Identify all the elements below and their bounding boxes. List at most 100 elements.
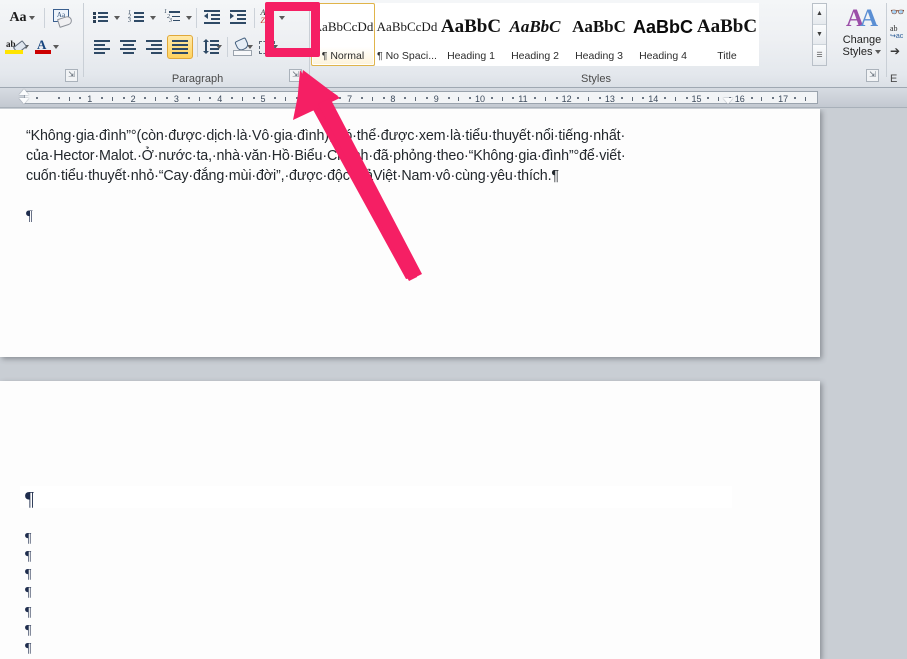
- styles-more-button[interactable]: ☰: [813, 45, 826, 66]
- change-styles-label-1: Change: [842, 34, 882, 46]
- justify-button[interactable]: [167, 35, 193, 59]
- decrease-indent-button[interactable]: [201, 6, 224, 29]
- ruler-subtick: [512, 97, 515, 99]
- empty-paragraph-mark: ¶: [25, 585, 32, 600]
- ruler-tick: 2: [130, 94, 136, 104]
- align-right-button[interactable]: [141, 36, 167, 59]
- ruler-subtick: [166, 97, 169, 99]
- styles-scroll-up-button[interactable]: ▲: [813, 4, 826, 25]
- styles-scroll[interactable]: ▲ ▼ ☰: [812, 3, 827, 66]
- shading-button[interactable]: [232, 36, 254, 59]
- cursor-arrow-icon: ➔: [890, 44, 901, 58]
- ruler-subtick: [371, 97, 373, 101]
- decrease-indent-icon: [204, 9, 221, 26]
- divider: [197, 37, 198, 57]
- change-case-button[interactable]: Aa: [4, 7, 40, 29]
- style-no-spacing[interactable]: AaBbCcDd ¶ No Spaci...: [375, 3, 439, 66]
- line-spacing-icon: [203, 38, 219, 56]
- style-normal[interactable]: AaBbCcDd ¶ Normal: [311, 3, 375, 66]
- clear-formatting-button[interactable]: Aa: [49, 6, 75, 29]
- ribbon-group-label-editing: E: [890, 73, 898, 85]
- left-indent-marker-bottom[interactable]: [19, 98, 29, 104]
- align-left-button[interactable]: [89, 36, 115, 59]
- ruler-subtick: [231, 97, 234, 99]
- ruler-tick: 9: [433, 94, 439, 104]
- empty-paragraph-mark: ¶: [25, 531, 32, 546]
- left-indent-marker-top[interactable]: [19, 89, 29, 95]
- chevron-down-icon[interactable]: [114, 15, 120, 20]
- style-preview: AaBbCcDd: [312, 19, 374, 34]
- table-row-band[interactable]: [20, 486, 732, 508]
- ruler-subtick: [122, 97, 125, 99]
- style-heading-3[interactable]: AaBbC Heading 3: [567, 3, 631, 66]
- ruler-subtick: [415, 97, 417, 101]
- line-spacing-button[interactable]: [202, 36, 223, 59]
- style-heading-2[interactable]: AaBbC Heading 2: [503, 3, 567, 66]
- change-styles-label-2: Styles: [843, 46, 882, 58]
- ruler-subtick: [382, 97, 385, 99]
- empty-paragraph-mark: ¶: [25, 641, 32, 656]
- chevron-down-icon[interactable]: [875, 50, 882, 55]
- chevron-down-icon[interactable]: [186, 15, 192, 20]
- empty-paragraph-mark: ¶: [25, 605, 32, 620]
- ruler-tick: 11: [518, 94, 528, 104]
- find-button[interactable]: 👓: [890, 5, 906, 21]
- document-page-2[interactable]: ¶ ¶ ¶ ¶ ¶ ¶ ¶ ¶: [0, 381, 820, 659]
- ruler-subtick: [685, 97, 688, 99]
- chevron-down-icon: [28, 15, 35, 20]
- style-title[interactable]: AaBbC Title: [695, 3, 759, 66]
- empty-paragraph-mark: ¶: [25, 623, 32, 638]
- styles-scroll-down-button[interactable]: ▼: [813, 24, 826, 46]
- paragraph-line-2: của·Hector·Malot.·Ở·nước·ta,·nhà·văn·Hồ·…: [26, 148, 626, 164]
- ruler-bar[interactable]: 1 2 3 4 5 6 7 8 9 10 11 12 13 14 15 16 17: [24, 91, 818, 104]
- ribbon-group-label-styles: Styles: [581, 73, 611, 85]
- ribbon-group-label-paragraph: Paragraph: [171, 73, 224, 85]
- increase-indent-button[interactable]: [227, 6, 250, 29]
- divider: [254, 7, 255, 28]
- ruler-subtick: [599, 97, 602, 99]
- styles-dialog-launcher[interactable]: ⇲: [866, 69, 879, 82]
- ruler-subtick: [101, 97, 104, 99]
- paragraph-dialog-launcher[interactable]: ⇲: [289, 69, 302, 82]
- ruler-tick: 6: [303, 94, 309, 104]
- replace-button[interactable]: ab ↪ac: [890, 24, 906, 40]
- table-row-paragraph-mark: ¶: [25, 488, 34, 510]
- styles-gallery[interactable]: AaBbCcDd ¶ Normal AaBbCcDd ¶ No Spaci... AaB…: [311, 3, 759, 66]
- ruler-subtick: [144, 97, 147, 99]
- empty-paragraph-mark: ¶: [25, 549, 32, 564]
- align-center-button[interactable]: [115, 36, 141, 59]
- ribbon: Aa Aa ab A ⇲ 1 2 3 1 2 3 A Z Paragraph ⇲…: [0, 0, 907, 88]
- multilevel-list-button[interactable]: 1 2 3: [161, 6, 184, 29]
- ruler-subtick: [804, 97, 806, 101]
- ruler-subtick: [241, 97, 243, 101]
- align-right-icon: [145, 39, 163, 56]
- divider: [886, 3, 887, 77]
- bullets-button[interactable]: [89, 6, 112, 29]
- ruler-tick: 13: [604, 94, 615, 104]
- paint-bucket-icon: [233, 36, 252, 56]
- paragraph-line-1: “Không·gia·đình”°(còn·được·dịch·là·Vô·gi…: [26, 128, 626, 144]
- style-heading-4[interactable]: AaBbC Heading 4: [631, 3, 695, 66]
- ruler-subtick: [425, 97, 428, 99]
- document-canvas[interactable]: “Không·gia·đình”°(còn·được·dịch·là·Vô·gi…: [0, 109, 907, 659]
- text-highlight-color-button[interactable]: ab: [4, 35, 30, 58]
- change-styles-icon: AA: [845, 5, 879, 32]
- numbering-button[interactable]: 1 2 3: [125, 6, 148, 29]
- document-page-1[interactable]: “Không·gia·đình”°(còn·được·dịch·là·Vô·gi…: [0, 109, 820, 357]
- ruler-subtick: [707, 97, 710, 99]
- style-heading-1[interactable]: AaBbC Heading 1: [439, 3, 503, 66]
- select-button[interactable]: ➔: [890, 44, 906, 60]
- ruler-subtick: [534, 97, 537, 99]
- horizontal-ruler[interactable]: 1 2 3 4 5 6 7 8 9 10 11 12 13 14 15 16 17: [0, 88, 907, 108]
- chevron-down-icon[interactable]: [150, 15, 156, 20]
- ruler-tick: 15: [691, 94, 702, 104]
- ribbon-group-editing: 👓 ab ↪ac ➔ E: [888, 0, 907, 87]
- ruler-subtick: [620, 97, 623, 99]
- ruler-tick: 4: [217, 94, 223, 104]
- right-indent-marker[interactable]: [723, 98, 733, 104]
- change-styles-button[interactable]: AA Change Styles: [833, 4, 891, 66]
- ruler-tick: 3: [173, 94, 179, 104]
- ruler-subtick: [469, 97, 472, 99]
- font-dialog-launcher[interactable]: ⇲: [65, 69, 78, 82]
- font-color-button[interactable]: A: [34, 35, 60, 58]
